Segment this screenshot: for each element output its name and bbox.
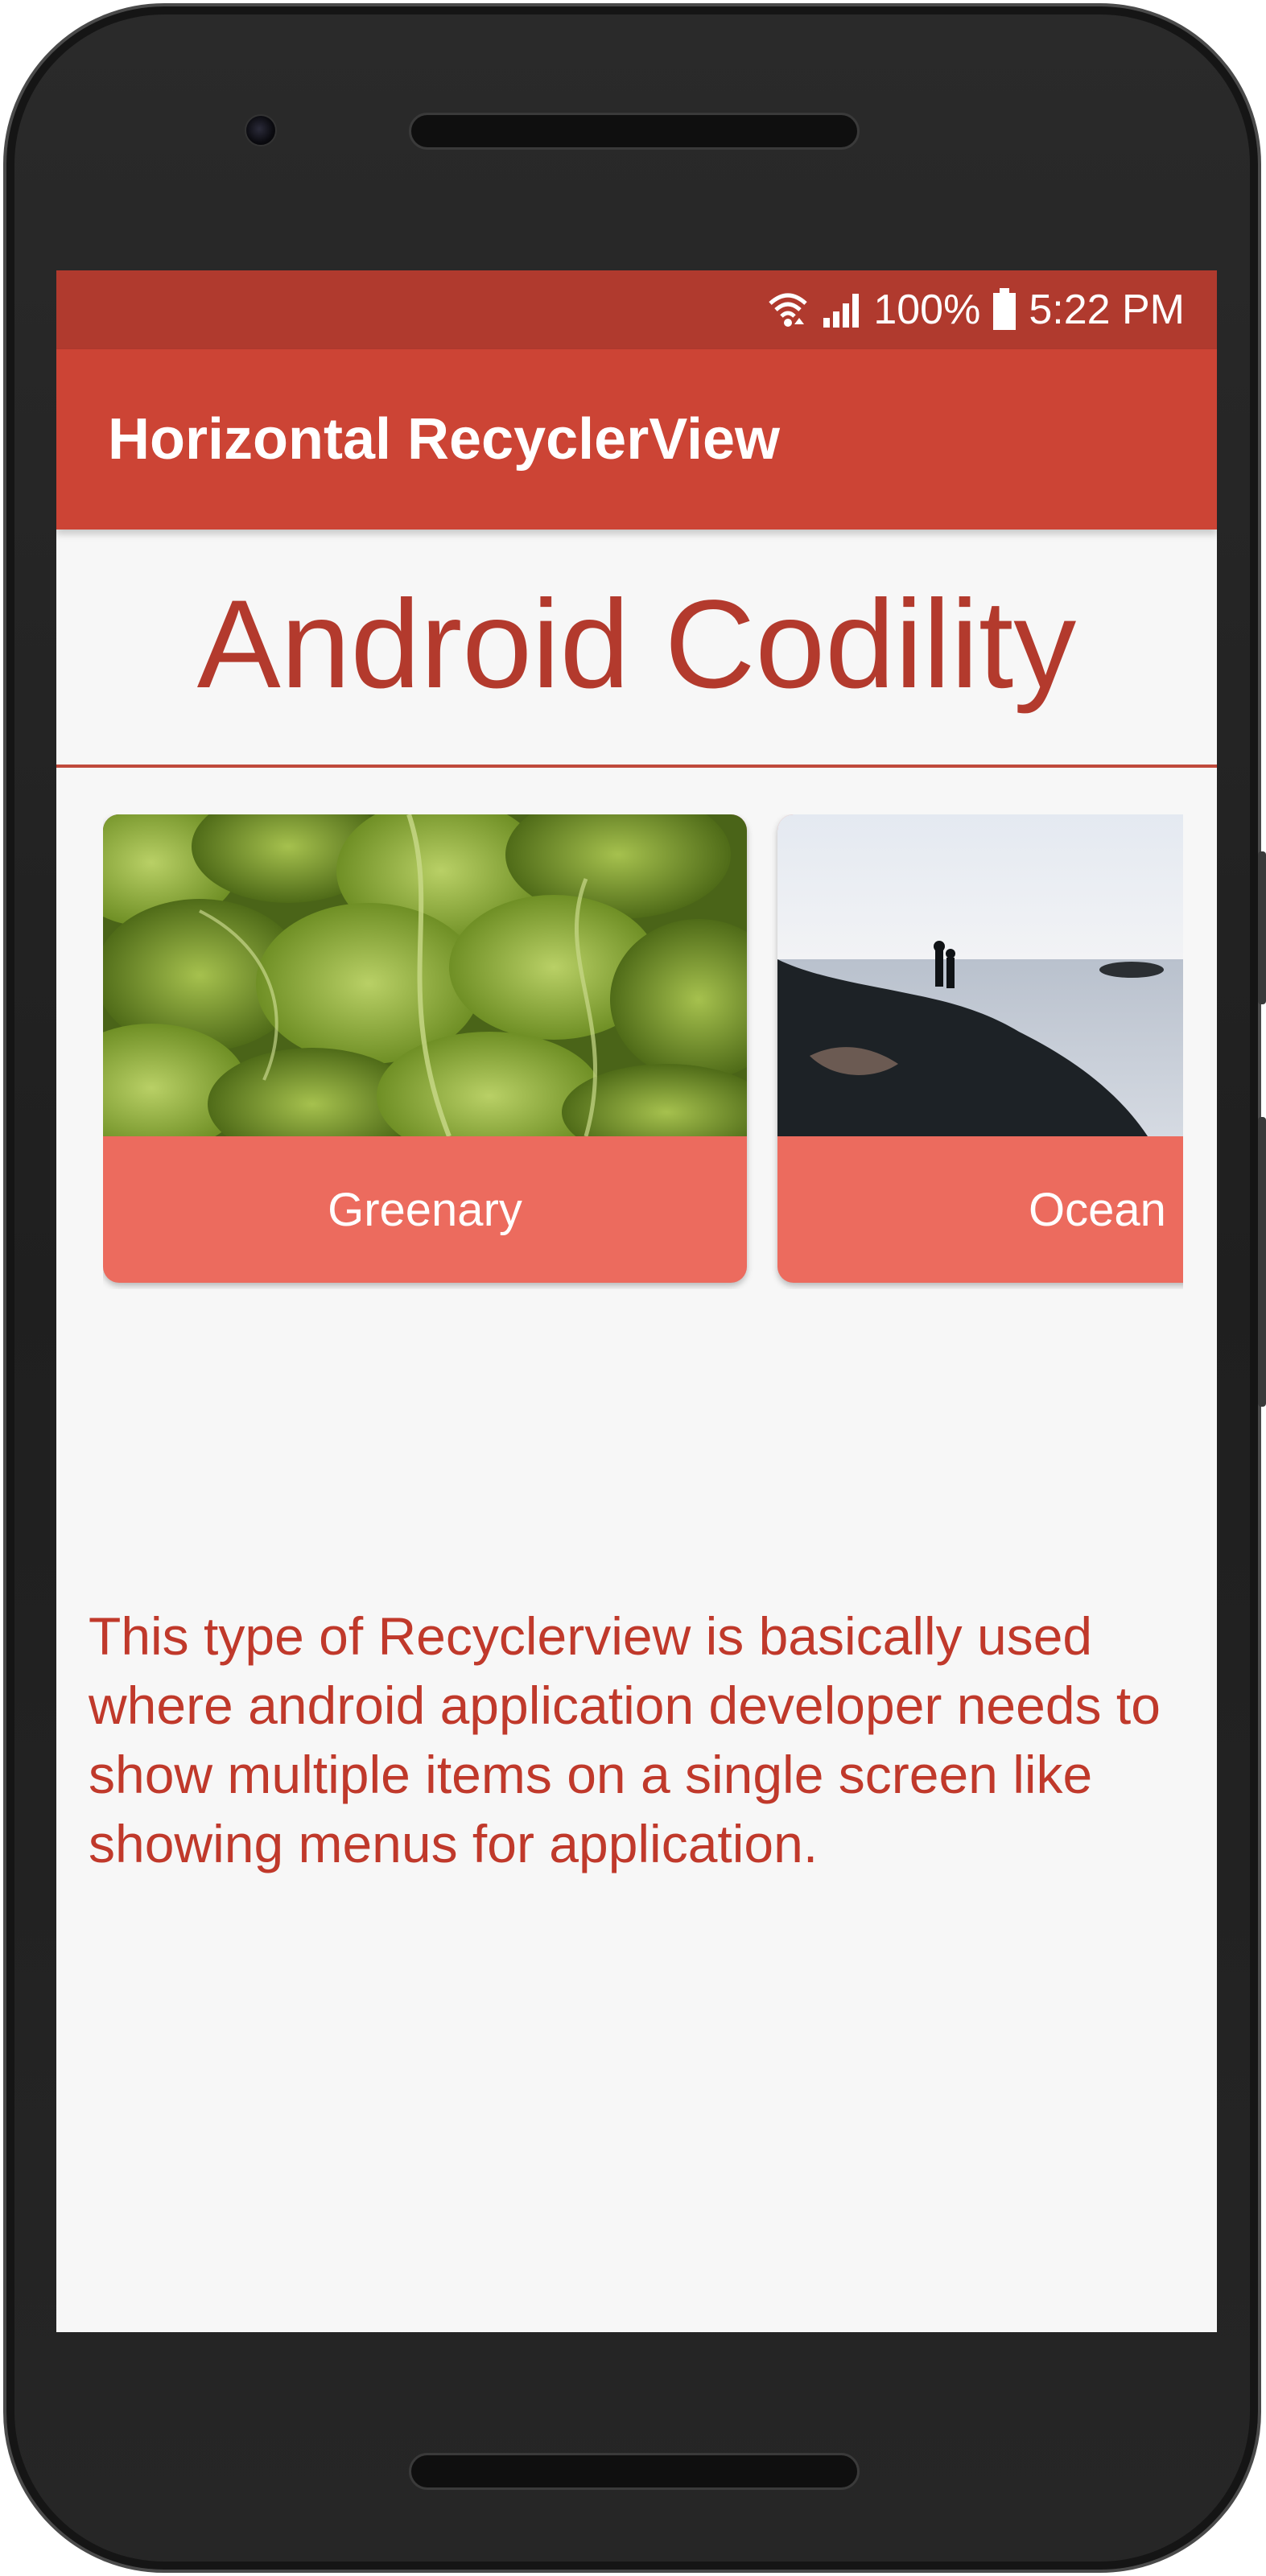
page-title: Android Codility — [196, 574, 1077, 715]
front-camera — [245, 114, 277, 146]
card-label: Ocean — [1029, 1183, 1166, 1236]
earpiece-speaker — [409, 113, 860, 150]
app-bar: Horizontal RecyclerView — [56, 349, 1217, 530]
horizontal-recycler-view[interactable]: Greenary Ocean — [103, 814, 1183, 1289]
bottom-speaker — [409, 2453, 860, 2490]
clock: 5:22 PM — [1029, 286, 1185, 333]
status-bar: 100% 5:22 PM — [56, 270, 1217, 349]
battery-icon — [992, 288, 1017, 332]
description-text: This type of Recyclerview is basically u… — [89, 1606, 1161, 1873]
greenery-image — [103, 814, 747, 1136]
volume-button — [1258, 851, 1266, 1004]
phone-frame: 100% 5:22 PM Horizontal RecyclerView And… — [3, 3, 1266, 2573]
app-screen: 100% 5:22 PM Horizontal RecyclerView And… — [56, 270, 1217, 2332]
card-item-ocean[interactable]: Ocean — [777, 814, 1183, 1283]
power-button — [1258, 1117, 1266, 1407]
app-bar-title: Horizontal RecyclerView — [108, 407, 780, 472]
ocean-image — [777, 814, 1183, 1136]
battery-percent: 100% — [873, 286, 981, 333]
card-label: Greenary — [328, 1183, 522, 1236]
card-item-greenery[interactable]: Greenary — [103, 814, 747, 1283]
signal-icon — [820, 289, 862, 331]
header-section: Android Codility — [56, 530, 1217, 760]
header-divider — [56, 765, 1217, 768]
wifi-icon — [767, 289, 809, 331]
